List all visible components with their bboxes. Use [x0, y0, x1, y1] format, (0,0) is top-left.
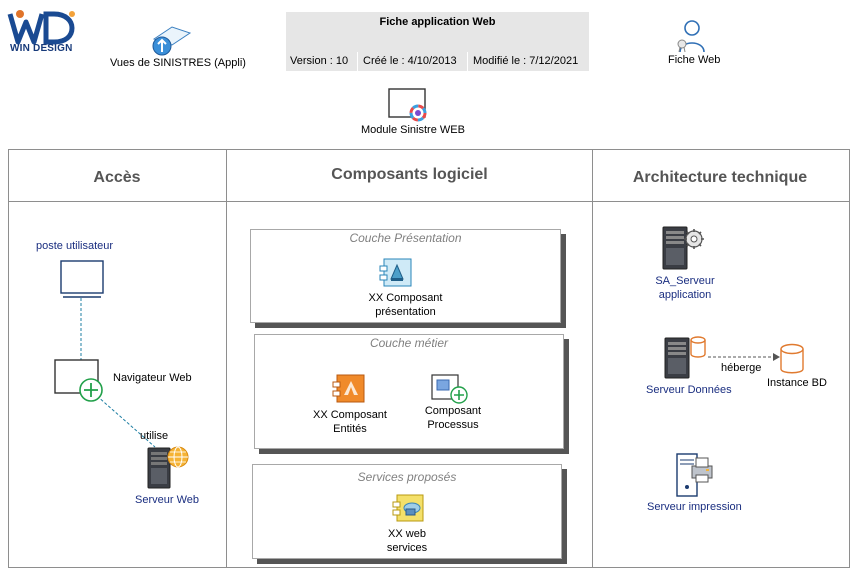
print-server-icon[interactable]: [675, 452, 715, 498]
heberge-label: héberge: [721, 362, 762, 374]
database-icon[interactable]: [779, 343, 805, 375]
serveur-impression-label[interactable]: Serveur impression: [647, 501, 742, 513]
instance-bd-label[interactable]: Instance BD: [767, 377, 827, 389]
heberge-arrow: [708, 353, 780, 361]
